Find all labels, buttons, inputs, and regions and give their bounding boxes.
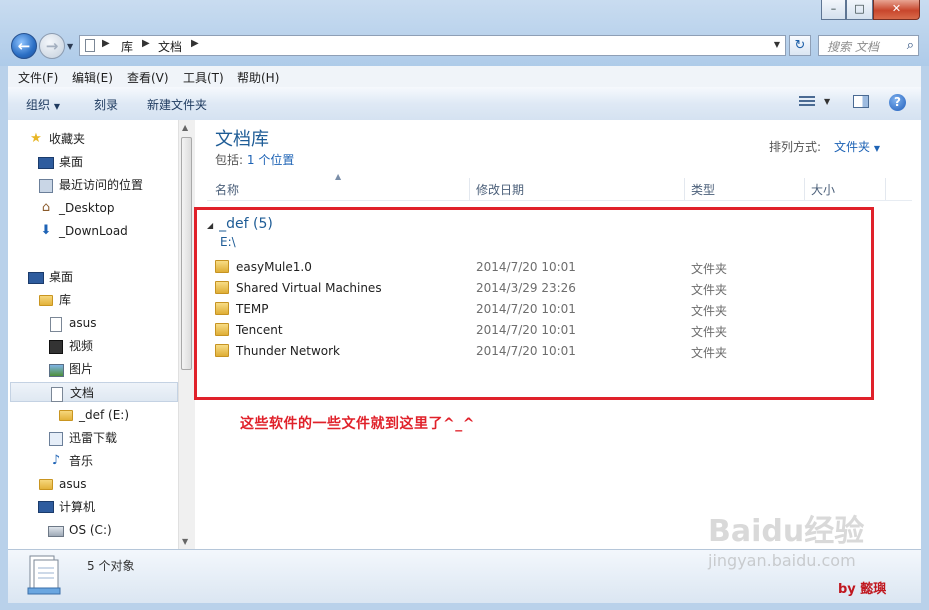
forward-button[interactable]: → <box>39 33 65 59</box>
chevron-right-icon[interactable]: ▶ <box>142 38 150 49</box>
library-includes: 包括: 1 个位置 <box>215 153 295 167</box>
search-icon[interactable]: ⌕ <box>907 38 914 53</box>
menu-view[interactable]: 查看(V) <box>127 69 169 86</box>
nav-documents[interactable]: 文档 <box>10 382 178 402</box>
search-placeholder: 搜索 文档 <box>827 40 879 54</box>
chevron-right-icon[interactable]: ▶ <box>191 38 199 49</box>
library-documents-icon <box>27 555 61 595</box>
desktop-icon <box>38 154 54 170</box>
recent-places-icon <box>38 177 54 193</box>
column-type[interactable]: 类型 <box>691 181 715 198</box>
history-dropdown-icon[interactable]: ▼ <box>67 42 73 51</box>
annotation-text: 这些软件的一些文件就到这里了^_^ <box>240 416 475 432</box>
arrange-by-label: 排列方式: <box>769 140 822 154</box>
menu-edit[interactable]: 编辑(E) <box>72 69 113 86</box>
column-divider[interactable] <box>804 178 805 200</box>
item-count: 5 个对象 <box>87 559 135 573</box>
library-document-icon <box>85 39 95 52</box>
home-folder-icon: ⌂ <box>41 200 51 215</box>
breadcrumb-library[interactable]: 库 <box>121 38 133 55</box>
library-icon <box>38 292 54 308</box>
menu-bar: 文件(F) 编辑(E) 查看(V) 工具(T) 帮助(H) <box>8 66 921 88</box>
author-byline: by 懿璵 <box>838 582 887 597</box>
scroll-down-icon[interactable]: ▼ <box>182 537 188 546</box>
search-input[interactable]: 搜索 文档 ⌕ <box>818 35 919 56</box>
column-divider[interactable] <box>885 178 886 200</box>
minimize-button[interactable]: – <box>821 0 846 20</box>
new-folder-button[interactable]: 新建文件夹 <box>147 96 207 113</box>
views-dropdown-icon[interactable]: ▼ <box>824 97 830 106</box>
address-dropdown-icon[interactable]: ▼ <box>774 40 780 49</box>
breadcrumb-documents[interactable]: 文档 <box>158 38 182 55</box>
maximize-button[interactable]: □ <box>846 0 873 20</box>
column-divider[interactable] <box>684 178 685 200</box>
column-date[interactable]: 修改日期 <box>476 181 524 198</box>
drive-icon <box>48 522 64 538</box>
music-icon: ♪ <box>51 453 61 468</box>
picture-icon <box>48 361 64 377</box>
chevron-down-icon: ▼ <box>53 102 60 111</box>
library-title: 文档库 <box>215 129 269 150</box>
nav-favorites[interactable]: ★ 收藏夹 <box>28 129 198 149</box>
title-bar <box>0 0 929 66</box>
desktop-icon <box>28 269 44 285</box>
baidu-watermark-url: jingyan.baidu.com <box>708 551 856 570</box>
chevron-right-icon[interactable]: ▶ <box>102 38 110 49</box>
nav-scrollbar[interactable]: ▲ ▼ <box>178 120 195 549</box>
folder-icon <box>58 407 74 423</box>
chevron-down-icon: ▼ <box>873 144 880 153</box>
column-size[interactable]: 大小 <box>811 181 835 198</box>
arrange-by-dropdown[interactable]: 文件夹 ▼ <box>834 138 880 155</box>
scroll-up-icon[interactable]: ▲ <box>182 123 188 132</box>
computer-icon <box>38 499 54 515</box>
organize-button[interactable]: 组织 ▼ <box>26 96 60 113</box>
burn-button[interactable]: 刻录 <box>94 96 118 113</box>
download-icon: ⬇ <box>40 223 52 238</box>
column-divider[interactable] <box>469 178 470 200</box>
menu-help[interactable]: 帮助(H) <box>237 69 279 86</box>
menu-tools[interactable]: 工具(T) <box>183 69 224 86</box>
refresh-button[interactable]: ↻ <box>789 35 811 56</box>
document-icon <box>49 385 65 402</box>
document-icon <box>48 315 64 332</box>
column-name[interactable]: 名称 <box>215 181 239 198</box>
menu-file[interactable]: 文件(F) <box>18 69 58 86</box>
baidu-watermark: Baidu经验 <box>708 514 865 549</box>
annotation-highlight-box <box>194 207 874 400</box>
nav-desktop[interactable]: 桌面 <box>28 267 198 287</box>
column-header-row: 名称 修改日期 类型 大小 <box>207 178 912 201</box>
back-button[interactable]: ← <box>11 33 37 59</box>
navigation-pane: ★ 收藏夹 桌面 最近访问的位置 ⌂ _Desktop ⬇ _DownLoad 桌面 … <box>8 120 194 549</box>
address-bar[interactable]: ▶ 库 ▶ 文档 ▶ ▼ <box>79 35 786 56</box>
star-icon: ★ <box>30 131 42 146</box>
video-icon <box>48 338 64 354</box>
command-bar: 组织 ▼ 刻录 新建文件夹 <box>8 87 921 121</box>
organize-label: 组织 <box>26 98 51 112</box>
close-button[interactable]: ✕ <box>873 0 920 20</box>
includes-locations-link[interactable]: 1 个位置 <box>247 153 294 167</box>
library-icon <box>48 430 64 446</box>
scrollbar-thumb[interactable] <box>181 137 192 370</box>
explorer-window: – □ ✕ ← → ▼ ▶ 库 ▶ 文档 ▶ ▼ ↻ 搜索 文档 ⌕ 文件(F)… <box>0 0 929 610</box>
help-icon[interactable]: ? <box>889 94 906 111</box>
views-icon[interactable] <box>799 96 815 108</box>
preview-pane-icon[interactable] <box>853 95 869 108</box>
user-folder-icon <box>38 476 54 492</box>
